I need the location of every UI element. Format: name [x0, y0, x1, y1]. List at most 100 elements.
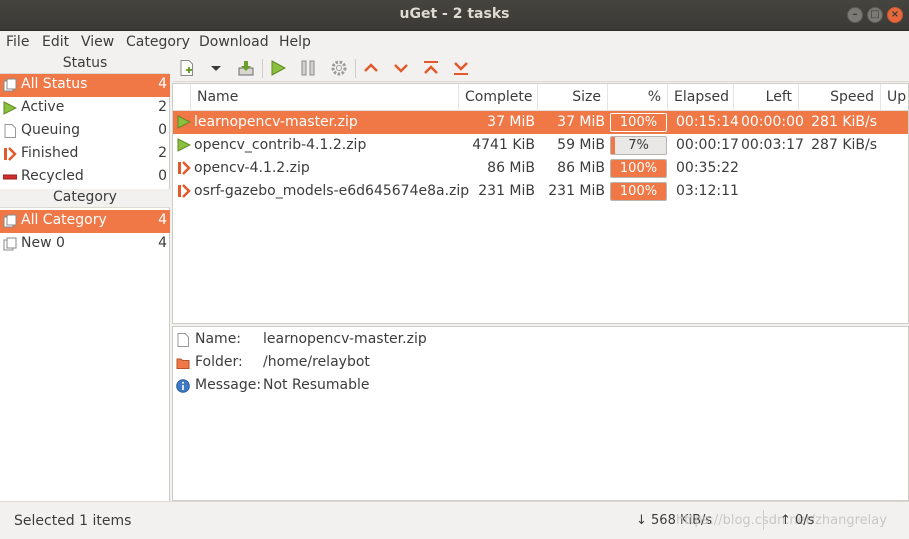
finished-icon — [178, 184, 191, 198]
status-header: Status — [0, 55, 170, 74]
task-percent: 7% — [628, 138, 649, 153]
task-size: 231 MiB — [548, 183, 605, 199]
column-left[interactable]: Left — [734, 84, 799, 111]
finished-icon — [178, 161, 191, 175]
minimize-button[interactable]: – — [847, 7, 863, 23]
move-up-icon[interactable] — [362, 59, 380, 77]
sidebar-item-new-0[interactable]: New 0 4 — [0, 233, 170, 256]
menu-help[interactable]: Help — [279, 34, 311, 50]
task-size: 59 MiB — [557, 137, 605, 153]
all-category-icon — [3, 214, 17, 228]
menu-view[interactable]: View — [81, 34, 114, 50]
sidebar-item-recycled[interactable]: Recycled 0 — [0, 166, 170, 189]
document-icon — [4, 124, 16, 138]
table-row[interactable]: opencv_contrib-4.1.2.zip 4741 KiB 59 MiB 7%… — [173, 134, 908, 157]
sidebar-item-count: 4 — [158, 235, 167, 251]
task-complete: 37 MiB — [487, 114, 535, 130]
download-task-list: Name Complete Size % Elapsed Left Speed … — [172, 83, 909, 324]
task-complete: 231 MiB — [478, 183, 535, 199]
toolbar-separator — [262, 59, 263, 78]
column-speed[interactable]: Speed — [799, 84, 881, 111]
document-icon — [177, 333, 189, 347]
sidebar-item-count: 4 — [158, 76, 167, 92]
task-percent: 100% — [619, 115, 658, 130]
task-speed: 287 KiB/s — [811, 137, 877, 153]
sidebar-item-label: All Category — [21, 212, 107, 228]
close-button[interactable]: × — [887, 7, 903, 23]
menu-download[interactable]: Download — [199, 34, 269, 50]
task-speed — [799, 160, 877, 178]
table-header: Name Complete Size % Elapsed Left Speed … — [173, 84, 908, 111]
maximize-button[interactable]: □ — [867, 7, 883, 23]
table-row[interactable]: learnopencv-master.zip 37 MiB 37 MiB 100% 00… — [173, 111, 908, 134]
info-icon — [176, 379, 190, 393]
category-icon — [3, 237, 17, 251]
toolbar — [172, 55, 909, 82]
dropdown-arrow-icon[interactable] — [207, 59, 225, 77]
task-progress-bar: 100% — [610, 182, 667, 201]
new-download-icon[interactable] — [178, 59, 196, 77]
detail-name-value: learnopencv-master.zip — [263, 331, 427, 347]
detail-folder-row: Folder: /home/relaybot — [173, 352, 909, 374]
sidebar-item-active[interactable]: Active 2 — [0, 97, 170, 120]
sidebar-item-label: Recycled — [21, 168, 84, 184]
column-size[interactable]: Size — [538, 84, 608, 111]
task-name: opencv_contrib-4.1.2.zip — [194, 137, 367, 153]
sidebar-item-count: 0 — [158, 122, 167, 138]
selection-status: Selected 1 items — [14, 513, 132, 529]
task-elapsed: 00:15:14 — [676, 114, 739, 130]
sidebar-item-queuing[interactable]: Queuing 0 — [0, 120, 170, 143]
task-name: osrf-gazebo_models-e6d645674e8a.zip — [194, 183, 470, 199]
column-name[interactable]: Name — [191, 84, 459, 111]
column-elapsed[interactable]: Elapsed — [668, 84, 734, 111]
task-speed: 281 KiB/s — [811, 114, 877, 130]
all-status-icon — [3, 78, 17, 92]
folder-icon — [176, 358, 190, 369]
sidebar: Status All Status 4 Active 2 Queuing 0 F… — [0, 55, 170, 501]
column-status-icon[interactable] — [173, 84, 191, 111]
task-progress-bar: 7% — [610, 136, 667, 155]
finished-icon — [4, 147, 17, 161]
sidebar-item-finished[interactable]: Finished 2 — [0, 143, 170, 166]
detail-message-label: Message: — [195, 377, 262, 393]
task-left: 00:03:17 — [741, 137, 804, 153]
move-top-icon[interactable] — [422, 59, 440, 77]
task-name: learnopencv-master.zip — [194, 114, 358, 130]
start-icon[interactable] — [269, 59, 287, 77]
sidebar-item-all-status[interactable]: All Status 4 — [0, 74, 170, 97]
column-percent[interactable]: % — [608, 84, 668, 111]
task-elapsed: 00:35:22 — [676, 160, 739, 176]
move-bottom-icon[interactable] — [452, 59, 470, 77]
sidebar-item-count: 4 — [158, 212, 167, 228]
category-header: Category — [0, 189, 170, 208]
task-left: 00:00:00 — [741, 114, 804, 130]
sidebar-item-label: Queuing — [21, 122, 81, 138]
save-icon[interactable] — [237, 59, 255, 77]
sidebar-item-count: 2 — [158, 145, 167, 161]
column-complete[interactable]: Complete — [459, 84, 538, 111]
task-progress-bar: 100% — [610, 159, 667, 178]
detail-message-row: Message: Not Resumable — [173, 375, 909, 397]
task-size: 86 MiB — [557, 160, 605, 176]
pause-icon[interactable] — [299, 59, 317, 77]
menu-file[interactable]: File — [6, 34, 29, 50]
detail-message-value: Not Resumable — [263, 377, 370, 393]
properties-gear-icon[interactable] — [330, 59, 348, 77]
minimize-icon: – — [852, 9, 858, 20]
move-down-icon[interactable] — [392, 59, 410, 77]
sidebar-item-all-category[interactable]: All Category 4 — [0, 210, 170, 233]
status-separator — [763, 510, 764, 530]
recycled-icon — [3, 174, 17, 180]
table-row[interactable]: opencv-4.1.2.zip 86 MiB 86 MiB 100% 00:35:22 — [173, 157, 908, 180]
table-row[interactable]: osrf-gazebo_models-e6d645674e8a.zip 231 M… — [173, 180, 908, 203]
menu-bar: File Edit View Category Download Help — [0, 31, 909, 55]
detail-pane: Name: learnopencv-master.zip Folder: /ho… — [172, 326, 909, 501]
menu-edit[interactable]: Edit — [42, 34, 69, 50]
column-up[interactable]: Up — [881, 84, 908, 111]
menu-category[interactable]: Category — [126, 34, 190, 50]
sidebar-item-count: 2 — [158, 99, 167, 115]
sidebar-item-label: New 0 — [21, 235, 65, 251]
task-complete: 4741 KiB — [472, 137, 535, 153]
task-progress-bar: 100% — [610, 113, 667, 132]
title-bar: uGet - 2 tasks – □ × — [0, 0, 909, 31]
